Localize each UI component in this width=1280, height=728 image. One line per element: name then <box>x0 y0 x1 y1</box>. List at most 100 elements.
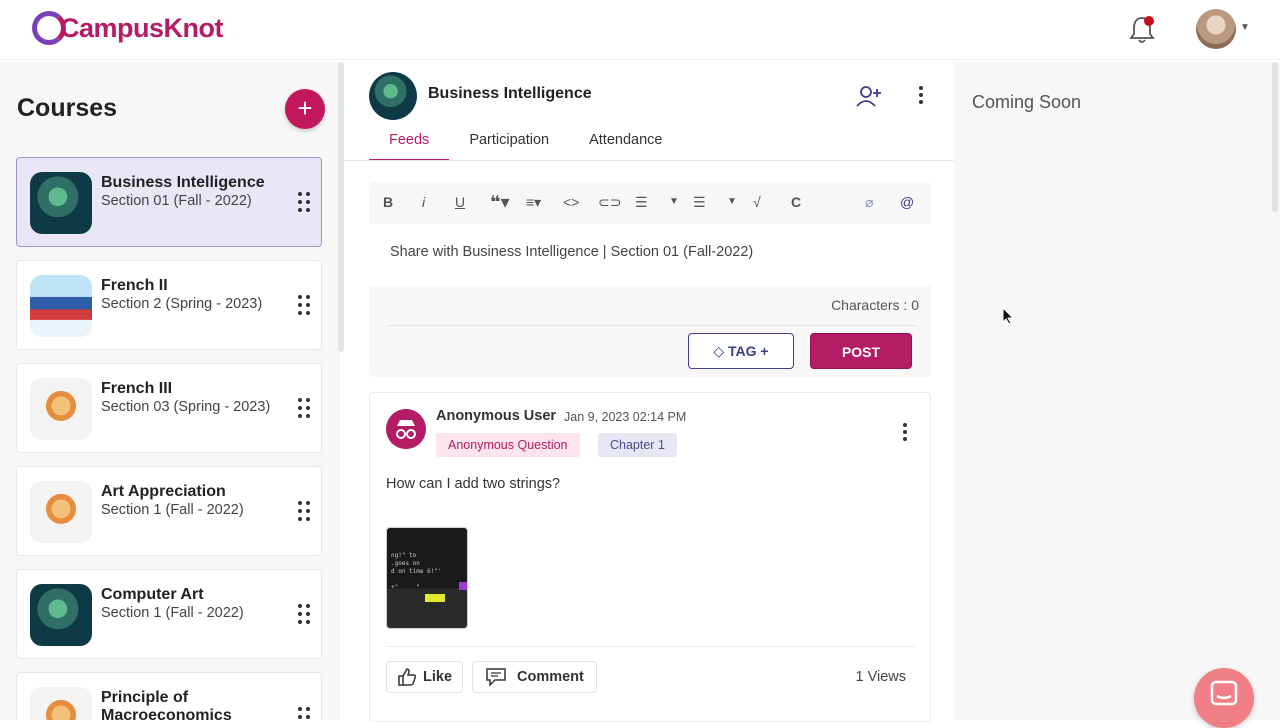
chevron-down-icon[interactable]: ▼ <box>669 194 679 210</box>
character-count: Characters : 0 <box>831 297 919 313</box>
course-thumbnail <box>30 687 92 720</box>
comment-icon <box>486 668 506 687</box>
course-tabs: Feeds Participation Attendance <box>369 128 682 162</box>
post-divider <box>386 646 916 647</box>
italic-icon[interactable]: i <box>422 194 425 210</box>
attach-icon[interactable]: ⌀ <box>865 194 873 210</box>
editor-toolbar: B i U ❝▾ ≡▾ <> ⊂⊃ ☰ ▼ ☰ ▼ √ C ⌀ @ <box>369 182 931 222</box>
course-logo <box>369 72 417 120</box>
post-composer: B i U ❝▾ ≡▾ <> ⊂⊃ ☰ ▼ ☰ ▼ √ C ⌀ @ Share … <box>369 182 931 377</box>
comment-label: Comment <box>517 669 584 685</box>
anonymous-question-badge: Anonymous Question <box>436 433 580 457</box>
ordered-list-icon[interactable]: ☰ <box>635 194 648 210</box>
courses-heading: Courses <box>17 94 118 122</box>
course-section: Section 01 (Fall - 2022) <box>101 193 252 209</box>
course-feed-panel: Business Intelligence Feeds Participatio… <box>344 62 954 722</box>
course-item-business-intelligence[interactable]: Business Intelligence Section 01 (Fall -… <box>16 157 322 247</box>
code-icon[interactable]: <> <box>563 194 579 210</box>
drag-handle-icon[interactable] <box>297 295 311 317</box>
drag-handle-icon[interactable] <box>297 501 311 523</box>
mouse-cursor-icon <box>1002 307 1014 325</box>
feed-post: Anonymous User Jan 9, 2023 02:14 PM Anon… <box>369 392 931 722</box>
post-button[interactable]: POST <box>810 333 912 369</box>
bullet-list-icon[interactable]: ☰ <box>693 194 706 210</box>
right-panel: Coming Soon <box>954 62 1280 720</box>
course-section: Section 1 (Fall - 2022) <box>101 605 244 621</box>
chat-icon <box>1210 680 1238 706</box>
drag-handle-icon[interactable] <box>297 192 311 214</box>
course-section: Section 2 (Spring - 2023) <box>101 296 263 312</box>
highlight-mark <box>459 582 467 590</box>
anonymous-user-icon <box>386 409 426 449</box>
course-section: Section 1 (Fall - 2022) <box>101 502 244 518</box>
course-name: Computer Art <box>101 586 204 603</box>
more-options-icon[interactable] <box>918 86 924 106</box>
comment-button[interactable]: Comment <box>472 661 597 693</box>
bold-icon[interactable]: B <box>383 194 393 210</box>
course-item-computer-art[interactable]: Computer Art Section 1 (Fall - 2022) <box>16 569 322 659</box>
user-avatar[interactable] <box>1196 9 1236 49</box>
link-icon[interactable]: ⊂⊃ <box>598 194 621 210</box>
mention-icon[interactable]: @ <box>900 194 914 210</box>
course-item-french-ii[interactable]: French II Section 2 (Spring - 2023) <box>16 260 322 350</box>
add-member-icon[interactable] <box>856 84 882 108</box>
clear-format-icon[interactable]: C <box>791 194 801 210</box>
course-name: French III <box>101 380 173 397</box>
post-author: Anonymous User <box>436 408 557 424</box>
course-thumbnail <box>30 481 92 543</box>
course-thumbnail <box>30 172 92 234</box>
chevron-down-icon[interactable]: ▼ <box>727 194 737 210</box>
course-name: Business Intelligence <box>101 174 265 191</box>
post-timestamp: Jan 9, 2023 02:14 PM <box>564 410 687 424</box>
drag-handle-icon[interactable] <box>297 604 311 626</box>
underline-icon[interactable]: U <box>455 194 465 210</box>
like-label: Like <box>423 669 453 685</box>
campusknot-logo[interactable]: CampusKnot <box>32 8 224 48</box>
chat-launcher-button[interactable] <box>1194 668 1254 728</box>
course-name: Art Appreciation <box>101 483 226 500</box>
bell-icon[interactable] <box>1128 14 1156 44</box>
add-course-button[interactable]: + <box>285 89 325 129</box>
course-thumbnail <box>30 584 92 646</box>
highlight-mark <box>425 594 445 602</box>
post-text: How can I add two strings? <box>386 476 561 492</box>
course-name: Principle of Macroeconomics <box>101 689 232 720</box>
course-thumbnail <box>30 275 92 337</box>
chapter-badge: Chapter 1 <box>598 433 677 457</box>
page-scrollbar[interactable] <box>1272 62 1278 212</box>
post-options-icon[interactable] <box>902 423 908 443</box>
logo-text: CampusKnot <box>60 12 224 43</box>
course-section: Section 03 (Spring - 2023) <box>101 399 271 415</box>
tab-participation[interactable]: Participation <box>449 128 569 161</box>
post-input-placeholder: Share with Business Intelligence | Secti… <box>390 244 754 260</box>
like-button[interactable]: Like <box>386 661 464 693</box>
course-thumbnail <box>30 378 92 440</box>
top-bar: CampusKnot ▼ <box>0 0 1280 60</box>
align-icon[interactable]: ≡▾ <box>526 194 541 210</box>
course-name: French II <box>101 277 168 294</box>
code-screenshot: ng!" to .goes on d on time 6!"' +" " <box>391 552 442 591</box>
course-item-french-iii[interactable]: French III Section 03 (Spring - 2023) <box>16 363 322 453</box>
tab-attendance[interactable]: Attendance <box>569 128 682 161</box>
tag-button[interactable]: ◇ TAG + <box>688 333 794 369</box>
course-title: Business Intelligence <box>428 85 592 102</box>
views-count: 1 Views <box>855 669 906 685</box>
drag-handle-icon[interactable] <box>297 398 311 420</box>
tab-feeds[interactable]: Feeds <box>369 128 450 161</box>
chevron-down-icon[interactable]: ▼ <box>1240 22 1250 33</box>
drag-handle-icon[interactable] <box>297 707 311 720</box>
tag-button-label: TAG + <box>728 343 769 359</box>
course-item-art-appreciation[interactable]: Art Appreciation Section 1 (Fall - 2022) <box>16 466 322 556</box>
check-icon[interactable]: √ <box>753 194 761 210</box>
course-item-principle-of-macroeconomics[interactable]: Principle of Macroeconomics <box>16 672 322 720</box>
plus-icon: + <box>297 93 313 123</box>
tabs-divider <box>344 160 954 161</box>
post-image[interactable]: ng!" to .goes on d on time 6!"' +" " <box>386 527 468 629</box>
thumbs-up-icon <box>398 668 417 686</box>
coming-soon-label: Coming Soon <box>972 92 1082 112</box>
composer-divider <box>387 325 917 326</box>
courses-sidebar: Courses + Business Intelligence Section … <box>0 62 340 720</box>
tag-icon: ◇ <box>713 343 729 359</box>
quote-icon[interactable]: ❝▾ <box>490 193 510 211</box>
post-input[interactable]: Share with Business Intelligence | Secti… <box>369 224 931 286</box>
